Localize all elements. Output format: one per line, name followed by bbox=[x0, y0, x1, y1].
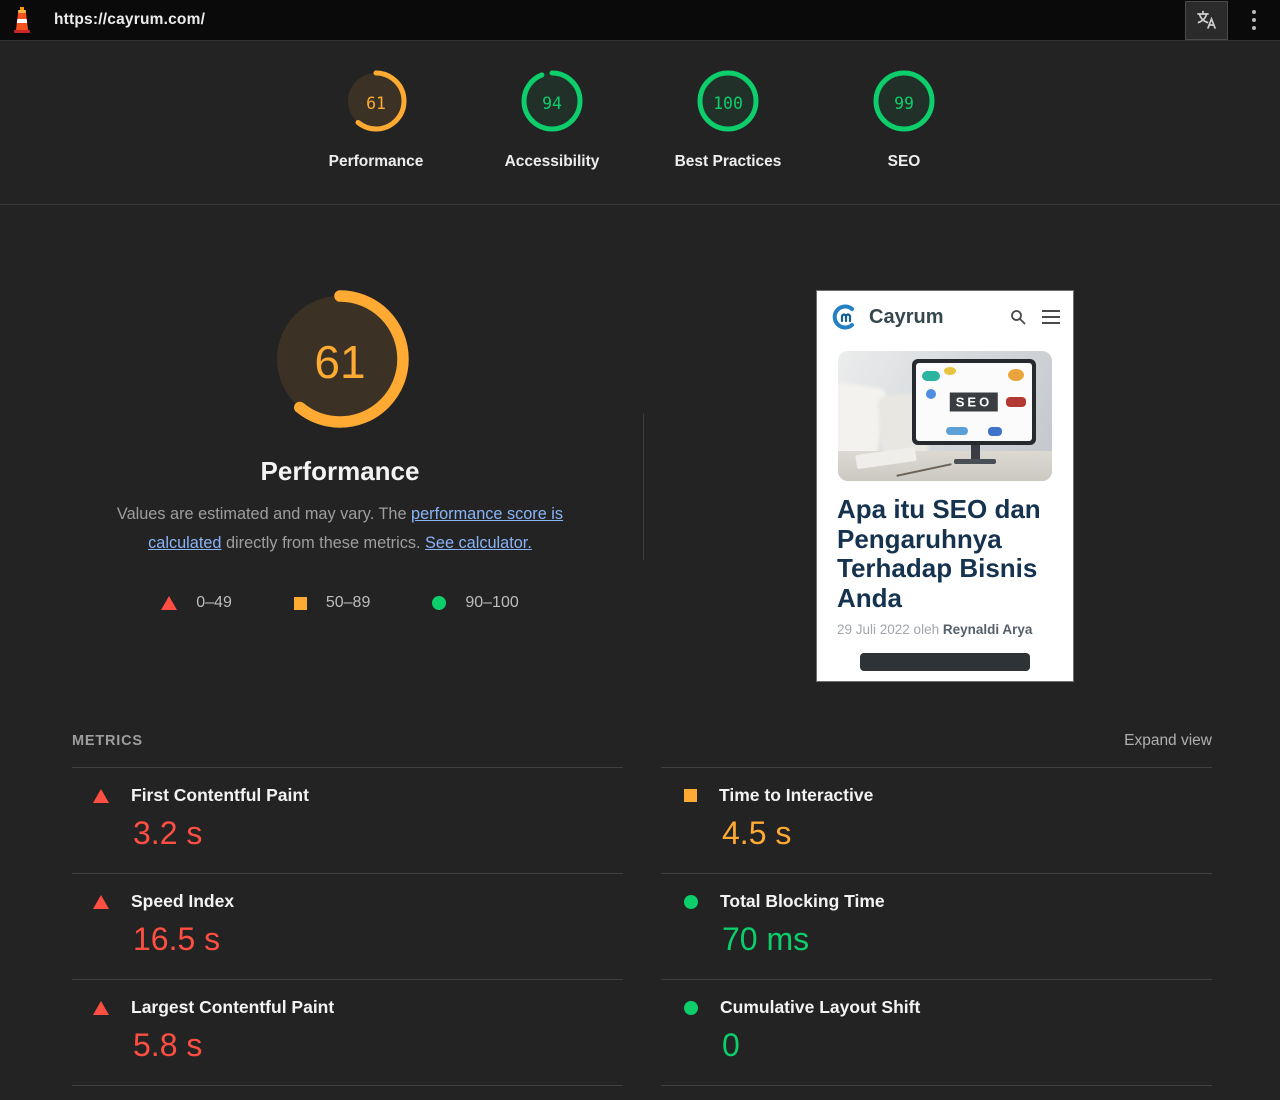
legend-item-pass: 90–100 bbox=[432, 594, 518, 612]
fail-triangle-icon bbox=[161, 596, 177, 610]
performance-section-title: Performance bbox=[60, 456, 620, 487]
metrics-section: METRICS Expand view First Contentful Pai… bbox=[0, 715, 1280, 1086]
kebab-menu-icon bbox=[1252, 10, 1256, 14]
score-label: Accessibility bbox=[505, 153, 600, 171]
page-url: https://cayrum.com/ bbox=[54, 11, 205, 29]
cayrum-logo-icon bbox=[830, 302, 860, 332]
metric-label: First Contentful Paint bbox=[131, 785, 309, 806]
performance-score-value: 61 bbox=[270, 289, 410, 434]
metric-value: 3.2 s bbox=[133, 815, 623, 852]
metric-status-icon bbox=[684, 1001, 698, 1015]
score-value: 61 bbox=[344, 69, 408, 138]
legend-range-label: 50–89 bbox=[326, 594, 371, 612]
metric-label: Speed Index bbox=[131, 891, 234, 912]
metrics-left-column: First Contentful Paint 3.2 s Speed Index… bbox=[72, 767, 623, 1086]
metric-label: Cumulative Layout Shift bbox=[720, 997, 920, 1018]
metric-status-icon bbox=[684, 895, 698, 909]
score-label: Best Practices bbox=[675, 153, 782, 171]
metrics-right-column: Time to Interactive 4.5 s Total Blocking… bbox=[661, 767, 1212, 1086]
hamburger-menu-icon bbox=[1042, 310, 1060, 324]
translate-icon bbox=[1195, 8, 1219, 32]
thumbnail-site-header: Cayrum bbox=[817, 291, 1073, 343]
lighthouse-favicon-icon bbox=[12, 6, 34, 34]
thumbnail-site-name: Cayrum bbox=[869, 306, 1010, 329]
metric-cumulative-layout-shift: Cumulative Layout Shift 0 bbox=[661, 979, 1212, 1085]
translate-button[interactable] bbox=[1185, 1, 1228, 40]
score-disclaimer: Values are estimated and may vary. The p… bbox=[90, 500, 590, 558]
url-bar: https://cayrum.com/ bbox=[0, 0, 1280, 41]
score-gauge-performance[interactable]: 61 Performance bbox=[288, 69, 464, 204]
see-calculator-link[interactable]: See calculator. bbox=[425, 534, 532, 552]
metric-speed-index: Speed Index 16.5 s bbox=[72, 873, 623, 979]
pass-circle-icon bbox=[432, 596, 446, 610]
legend-item-average: 50–89 bbox=[294, 594, 371, 612]
article-hero-image: SEO bbox=[838, 351, 1052, 481]
metric-value: 70 ms bbox=[722, 921, 1212, 958]
monitor-graphic: SEO bbox=[912, 359, 1036, 445]
score-gauge-seo[interactable]: 99 SEO bbox=[816, 69, 992, 204]
metric-label: Time to Interactive bbox=[719, 785, 873, 806]
performance-summary: 61 Performance Values are estimated and … bbox=[0, 205, 1280, 715]
metric-status-icon bbox=[93, 895, 109, 909]
metric-label: Total Blocking Time bbox=[720, 891, 885, 912]
score-legend: 0–49 50–89 90–100 bbox=[60, 594, 620, 612]
metric-status-icon bbox=[93, 789, 109, 803]
page-screenshot-thumbnail: Cayrum bbox=[817, 291, 1073, 681]
kebab-menu-button[interactable] bbox=[1228, 0, 1280, 40]
legend-range-label: 90–100 bbox=[465, 594, 518, 612]
metric-status-icon bbox=[93, 1001, 109, 1015]
expand-view-button[interactable]: Expand view bbox=[1124, 732, 1212, 750]
metrics-section-title: METRICS bbox=[72, 733, 143, 749]
score-label: SEO bbox=[888, 153, 921, 171]
score-value: 99 bbox=[872, 69, 936, 138]
legend-range-label: 0–49 bbox=[196, 594, 232, 612]
metric-value: 16.5 s bbox=[133, 921, 623, 958]
metric-label: Largest Contentful Paint bbox=[131, 997, 334, 1018]
seo-screen-text: SEO bbox=[950, 393, 998, 412]
metric-first-contentful-paint: First Contentful Paint 3.2 s bbox=[72, 767, 623, 873]
category-score-strip: 61 Performance 94 Accessibility 100 Best… bbox=[0, 41, 1280, 205]
metric-value: 5.8 s bbox=[133, 1027, 623, 1064]
metric-time-to-interactive: Time to Interactive 4.5 s bbox=[661, 767, 1212, 873]
score-value: 94 bbox=[520, 69, 584, 138]
average-square-icon bbox=[294, 597, 307, 610]
metric-value: 0 bbox=[722, 1027, 1212, 1064]
score-label: Performance bbox=[329, 153, 424, 171]
vertical-divider bbox=[643, 414, 644, 560]
score-gauge-best-practices[interactable]: 100 Best Practices bbox=[640, 69, 816, 204]
metric-total-blocking-time: Total Blocking Time 70 ms bbox=[661, 873, 1212, 979]
search-icon bbox=[1010, 309, 1026, 325]
thumbnail-footer-bar bbox=[860, 653, 1030, 671]
metric-status-icon bbox=[684, 789, 697, 802]
performance-main-gauge: 61 bbox=[270, 289, 410, 434]
article-byline: 29 Juli 2022 oleh Reynaldi Arya bbox=[837, 622, 1053, 637]
score-gauge-accessibility[interactable]: 94 Accessibility bbox=[464, 69, 640, 204]
metric-value: 4.5 s bbox=[722, 815, 1212, 852]
legend-item-fail: 0–49 bbox=[161, 594, 232, 612]
score-value: 100 bbox=[696, 69, 760, 138]
article-headline: Apa itu SEO dan Pengaruhnya Terhadap Bis… bbox=[837, 495, 1053, 613]
metric-largest-contentful-paint: Largest Contentful Paint 5.8 s bbox=[72, 979, 623, 1085]
